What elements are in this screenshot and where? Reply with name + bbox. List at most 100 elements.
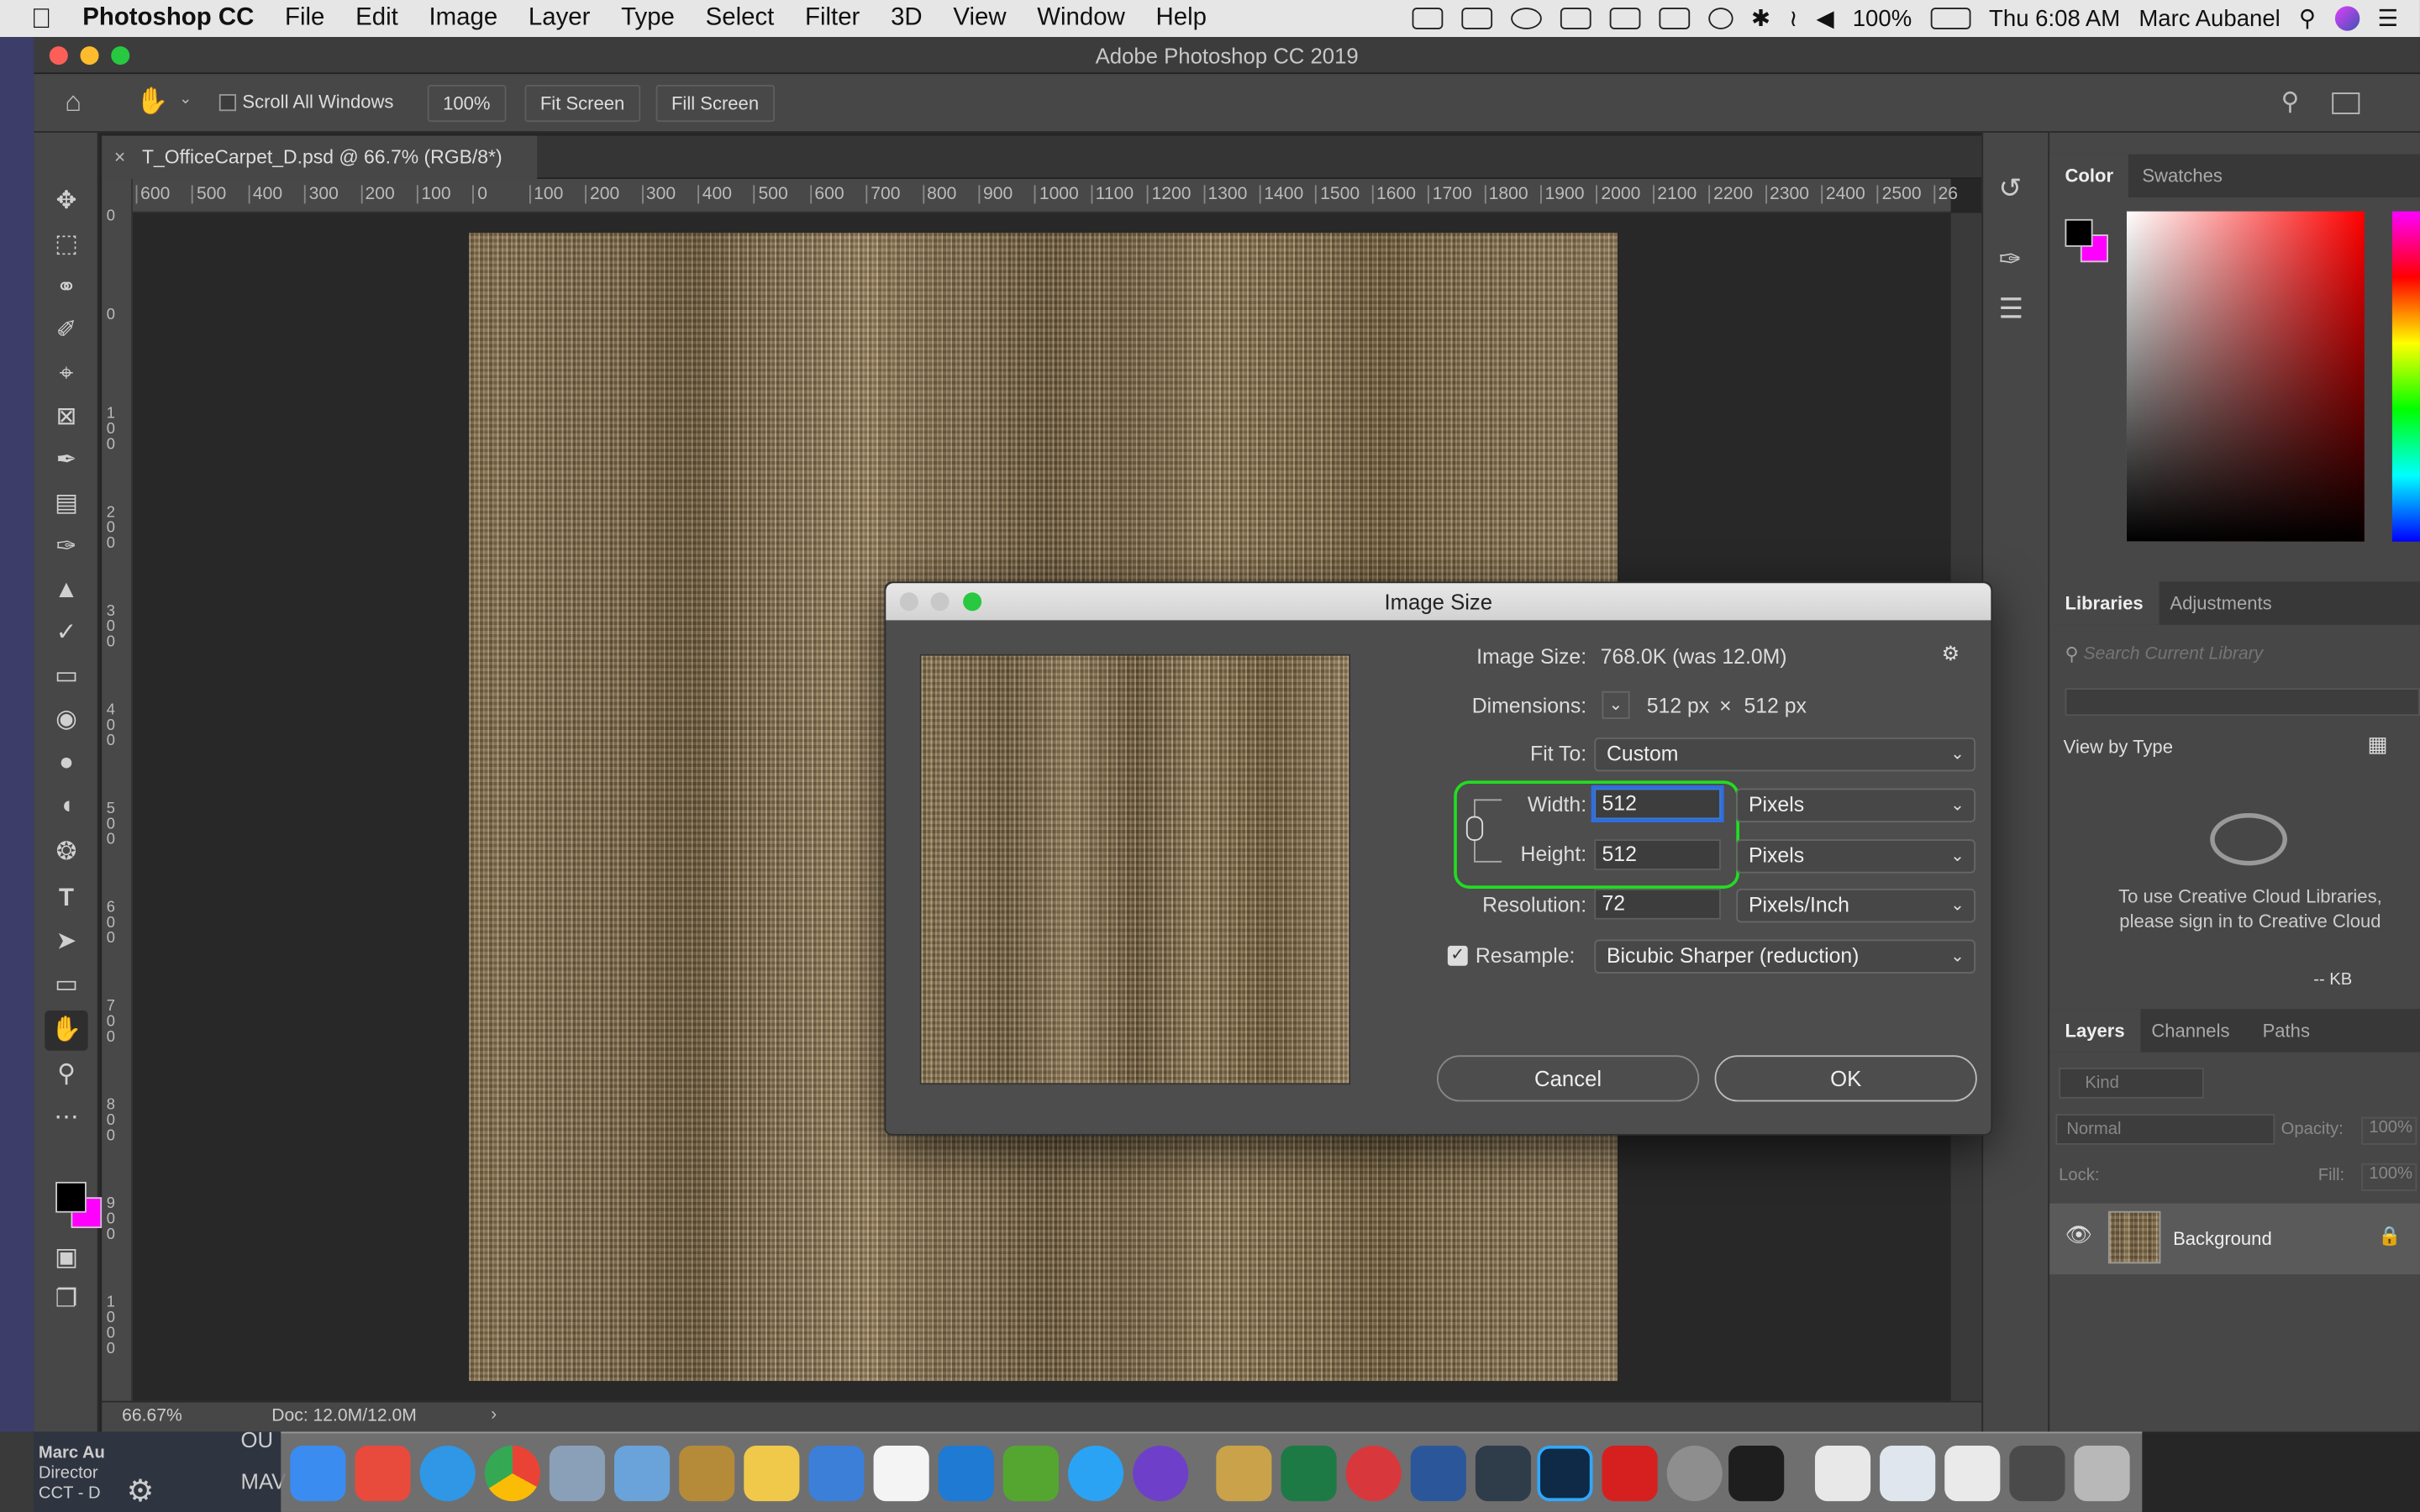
resample-checkbox[interactable]: ✓: [1447, 945, 1468, 966]
downloads-stack-icon[interactable]: [1880, 1445, 1936, 1502]
settings-gear-icon[interactable]: ⚙: [127, 1472, 155, 1510]
menu-help[interactable]: Help: [1140, 5, 1222, 33]
scroll-all-windows-checkbox[interactable]: [218, 94, 237, 112]
preview-icon[interactable]: [549, 1445, 605, 1502]
tab-color[interactable]: Color: [2049, 154, 2129, 198]
volume-icon[interactable]: ◀: [1816, 5, 1833, 32]
menu-image[interactable]: Image: [413, 5, 513, 33]
toolbox-icon[interactable]: [1666, 1445, 1723, 1502]
eyedropper-tool-icon[interactable]: ✒: [45, 441, 87, 481]
time-machine-icon[interactable]: [1707, 8, 1733, 29]
creative-cloud-icon[interactable]: [1510, 8, 1542, 29]
tool-preset-chevron-icon[interactable]: ⌄: [179, 91, 192, 108]
image-preview[interactable]: [919, 654, 1351, 1085]
layer-row-background[interactable]: 👁 Background 🔒: [2049, 1203, 2420, 1275]
height-unit-select[interactable]: Pixels ⌄: [1736, 839, 1975, 874]
word-icon[interactable]: [1410, 1445, 1466, 1502]
ibm-app-icon[interactable]: [1475, 1445, 1532, 1502]
rectangle-tool-icon[interactable]: ▭: [45, 966, 87, 1006]
document-stack-icon[interactable]: [1814, 1445, 1871, 1502]
media-stack-icon[interactable]: [2009, 1445, 2065, 1502]
fill-input[interactable]: 100%: [2361, 1163, 2417, 1191]
mail-icon[interactable]: [614, 1445, 671, 1502]
paint-bucket-tool-icon[interactable]: ◉: [45, 701, 87, 741]
clone-stamp-tool-icon[interactable]: ▲: [45, 571, 87, 612]
battery-icon[interactable]: [1930, 8, 1971, 29]
user-name[interactable]: Marc Aubanel: [2139, 5, 2280, 31]
minimize-window-button[interactable]: [80, 46, 99, 66]
type-tool-icon[interactable]: T: [45, 879, 87, 920]
view-by-type[interactable]: View by Type: [2064, 736, 2173, 758]
history-brush-tool-icon[interactable]: ✓: [45, 614, 87, 654]
bookmark-icon[interactable]: [1460, 8, 1492, 29]
keynote-icon[interactable]: [808, 1445, 865, 1502]
menu-filter[interactable]: Filter: [790, 5, 876, 33]
workspace-icon[interactable]: [2332, 92, 2360, 114]
notification-center-icon[interactable]: ☰: [2378, 5, 2399, 32]
dimensions-dropdown-icon[interactable]: ⌄: [1602, 690, 1630, 719]
eraser-tool-icon[interactable]: ▭: [45, 657, 87, 697]
menu-window[interactable]: Window: [1022, 5, 1140, 33]
terminal-icon[interactable]: [1728, 1445, 1785, 1502]
menu-edit[interactable]: Edit: [340, 5, 413, 33]
history-panel-icon[interactable]: ↺: [1999, 173, 2023, 206]
zoom-level[interactable]: 66.67%: [122, 1407, 182, 1425]
tab-paths[interactable]: Paths: [2247, 1009, 2325, 1052]
spotlight-search-icon[interactable]: ⚲: [2299, 5, 2316, 32]
tab-swatches[interactable]: Swatches: [2127, 155, 2238, 197]
brush-tool-icon[interactable]: ✑: [45, 528, 87, 568]
keychain-icon[interactable]: [1216, 1445, 1272, 1502]
brush-settings-icon[interactable]: ✑: [1999, 244, 2023, 276]
hand-tool-active-icon[interactable]: ✋: [45, 1011, 88, 1051]
width-input[interactable]: 512: [1594, 788, 1721, 820]
tab-adjustments[interactable]: Adjustments: [2154, 581, 2287, 624]
quick-select-tool-icon[interactable]: ✐: [45, 312, 87, 352]
layer-kind-filter[interactable]: Kind: [2059, 1067, 2204, 1099]
close-window-button[interactable]: [49, 46, 68, 66]
blocker-icon[interactable]: [1345, 1445, 1402, 1502]
github-icon[interactable]: [1133, 1445, 1189, 1502]
resolution-unit-select[interactable]: Pixels/Inch ⌄: [1736, 888, 1975, 923]
ok-button[interactable]: OK: [1714, 1055, 1977, 1102]
excel-icon[interactable]: [1281, 1445, 1337, 1502]
menu-file[interactable]: File: [270, 5, 340, 33]
healing-brush-tool-icon[interactable]: ▤: [45, 485, 87, 525]
search-icon[interactable]: ⚲: [2281, 87, 2300, 118]
width-unit-select[interactable]: Pixels ⌄: [1736, 788, 1975, 822]
zoom-100-button[interactable]: 100%: [427, 85, 506, 123]
safari-icon[interactable]: [419, 1445, 476, 1502]
screen-mode-icon[interactable]: ❐: [45, 1280, 87, 1320]
path-selection-tool-icon[interactable]: ➤: [45, 922, 87, 963]
fill-screen-button[interactable]: Fill Screen: [655, 85, 775, 123]
screenshots-stack-icon[interactable]: [1944, 1445, 2001, 1502]
pages-icon[interactable]: [744, 1445, 800, 1502]
marquee-tool-icon[interactable]: ⬚: [45, 225, 87, 265]
notes-icon[interactable]: [679, 1445, 735, 1502]
cancel-button[interactable]: Cancel: [1436, 1055, 1700, 1102]
dodge-tool-icon[interactable]: ◖: [45, 787, 87, 827]
wifi-icon[interactable]: ≀: [1789, 5, 1797, 32]
vscode-icon[interactable]: [938, 1445, 994, 1502]
home-icon[interactable]: ⌂: [65, 87, 82, 119]
constrain-proportions-link-icon[interactable]: [1465, 816, 1484, 842]
layer-name[interactable]: Background: [2173, 1228, 2272, 1250]
layer-visibility-eye-icon[interactable]: 👁: [2065, 1222, 2093, 1248]
tab-libraries[interactable]: Libraries: [2049, 581, 2159, 625]
zoom-window-button[interactable]: [111, 46, 130, 66]
photoshop-dock-icon[interactable]: [1537, 1445, 1593, 1502]
airplay-icon[interactable]: [1658, 8, 1690, 29]
acrobat-icon[interactable]: [1602, 1445, 1658, 1502]
tab-channels[interactable]: Channels: [2136, 1009, 2245, 1052]
color-foreground-swatch[interactable]: [2065, 218, 2093, 247]
color-picker-field[interactable]: [2126, 211, 2365, 542]
hand-tool-icon[interactable]: ✋: [136, 87, 169, 118]
menu-3d[interactable]: 3D: [876, 5, 938, 33]
chrome-icon[interactable]: [484, 1445, 540, 1502]
settings-gear-icon[interactable]: ⚙: [1942, 642, 1960, 666]
menu-select[interactable]: Select: [690, 5, 789, 33]
resample-select[interactable]: Bicubic Sharper (reduction) ⌄: [1594, 939, 1975, 974]
tab-layers[interactable]: Layers: [2049, 1009, 2140, 1053]
bluetooth-icon[interactable]: ✱: [1751, 5, 1770, 32]
resolution-input[interactable]: 72: [1594, 888, 1721, 920]
foreground-color-swatch[interactable]: [55, 1181, 87, 1213]
